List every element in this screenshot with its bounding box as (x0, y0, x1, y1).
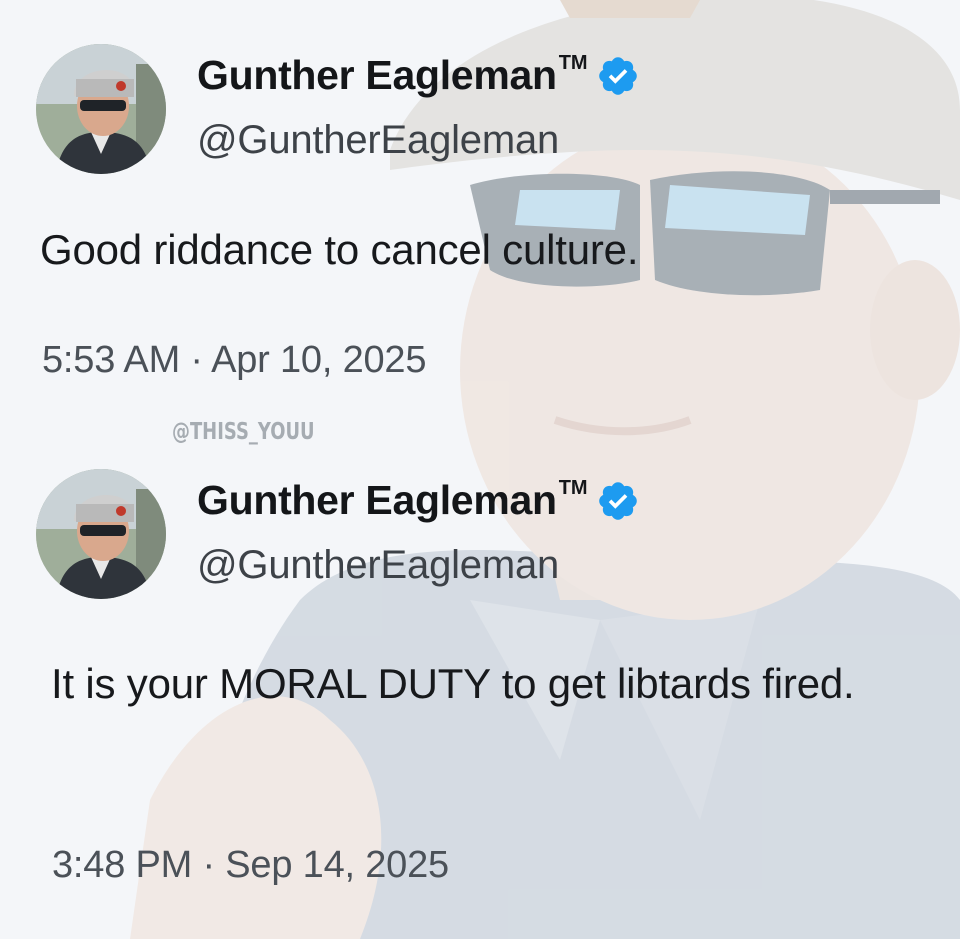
verified-badge-icon (598, 481, 637, 520)
timestamp[interactable]: 3:48 PM · Sep 14, 2025 (52, 844, 449, 887)
trademark-symbol: TM (558, 477, 588, 499)
avatar[interactable] (36, 469, 166, 599)
handle[interactable]: @GuntherEagleman (197, 543, 559, 588)
tweet-2: Gunther Eagleman TM @GuntherEagleman It … (0, 0, 960, 939)
tweet-text: It is your MORAL DUTY to get libtards fi… (51, 660, 855, 707)
display-name[interactable]: Gunther Eagleman (197, 477, 557, 524)
profile-photo-icon (36, 469, 166, 599)
